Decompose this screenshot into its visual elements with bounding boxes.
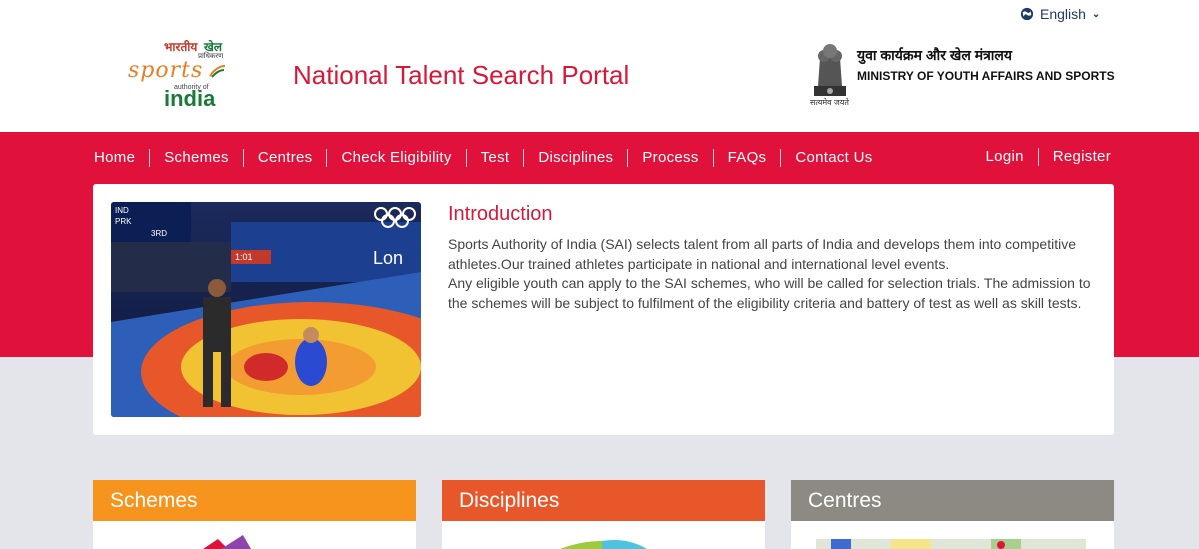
centres-tile-graphic <box>816 539 1086 549</box>
page-title: National Talent Search Portal <box>293 60 630 90</box>
introduction-card: IND PRK 3RD 1:01 Lon Introduction Sports… <box>93 184 1114 435</box>
sai-logo[interactable]: भारतीय खेल प्राधिकरण sports authority of… <box>128 38 228 111</box>
nav-check-eligibility[interactable]: Check Eligibility <box>327 149 467 167</box>
disciplines-tile-graphic <box>560 540 647 549</box>
logo-sports: sports <box>128 58 204 83</box>
score-clock: 1:01 <box>235 252 253 262</box>
introduction-title: Introduction <box>448 203 553 225</box>
language-label: English <box>1040 6 1086 22</box>
ministry-hindi-name: युवा कार्यक्रम और खेल मंत्रालय <box>857 47 1013 63</box>
wrestling-scene: IND PRK 3RD 1:01 Lon <box>111 202 421 417</box>
auth-nav: Login Register <box>972 148 1111 166</box>
score-row-2: PRK <box>115 217 132 226</box>
register-link[interactable]: Register <box>1039 148 1111 166</box>
score-period: 3RD <box>151 229 167 238</box>
site-header: English ⌄ भारतीय खेल प्राधिकरण sports au… <box>0 0 1199 132</box>
logo-swoosh-icon <box>209 65 226 78</box>
disciplines-tile-title: Disciplines <box>442 480 765 521</box>
main-nav: Home Schemes Centres Check Eligibility T… <box>94 148 887 168</box>
nav-contact-us[interactable]: Contact Us <box>781 149 886 167</box>
introduction-paragraph-2: Any eligible youth can apply to the SAI … <box>448 275 1091 311</box>
schemes-tile-graphic <box>203 535 251 549</box>
chevron-down-icon: ⌄ <box>1091 8 1101 20</box>
disciplines-tile[interactable]: Disciplines <box>442 480 765 549</box>
login-link[interactable]: Login <box>972 148 1039 166</box>
nav-schemes[interactable]: Schemes <box>150 149 244 167</box>
logo-hindi-left: भारतीय <box>164 40 198 54</box>
nav-home[interactable]: Home <box>94 149 151 167</box>
centres-tile-title: Centres <box>791 480 1114 521</box>
nav-faqs[interactable]: FAQs <box>714 149 782 167</box>
globe-icon <box>1020 7 1034 21</box>
centres-tile[interactable]: Centres <box>791 480 1114 549</box>
score-row-1: IND <box>115 206 129 215</box>
introduction-paragraph-1: Sports Authority of India (SAI) selects … <box>448 236 1076 272</box>
language-selector[interactable]: English ⌄ <box>1020 6 1100 22</box>
nav-process[interactable]: Process <box>628 149 714 167</box>
schemes-tile[interactable]: Schemes <box>93 480 416 549</box>
nav-disciplines[interactable]: Disciplines <box>524 149 629 167</box>
schemes-tile-title: Schemes <box>93 480 416 521</box>
emblem-caption: सत्यमेव जयते <box>810 98 849 107</box>
ministry-english-name: MINISTRY OF YOUTH AFFAIRS AND SPORTS <box>857 69 1115 83</box>
national-emblem-icon <box>814 44 846 96</box>
wrestling-image: IND PRK 3RD 1:01 Lon <box>111 202 421 417</box>
venue-text: Lon <box>373 248 403 268</box>
nav-test[interactable]: Test <box>467 149 525 167</box>
logo-india: india <box>164 86 216 111</box>
introduction-text: Sports Authority of India (SAI) selects … <box>448 235 1093 313</box>
nav-centres[interactable]: Centres <box>244 149 328 167</box>
